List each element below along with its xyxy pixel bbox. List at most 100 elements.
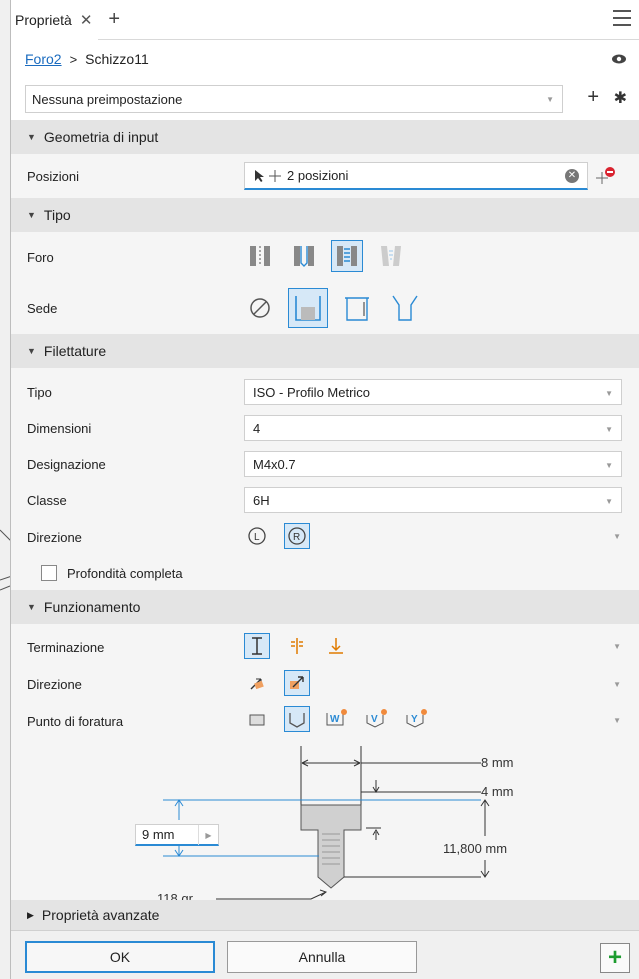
right-hand-thread-icon[interactable]: R [283, 523, 310, 549]
termination-options [244, 633, 359, 659]
chevron-down-icon[interactable]: ▼ [613, 680, 621, 689]
preset-row: Nessuna preimpostazione ▼ + ✱ [11, 78, 639, 120]
direction-flip-icon[interactable] [283, 670, 310, 696]
chevron-down-icon[interactable]: ▼ [613, 642, 621, 651]
add-preset-icon[interactable]: + [587, 86, 599, 109]
chevron-right-icon[interactable]: ▶ [198, 825, 218, 845]
direction-default-icon[interactable] [244, 670, 270, 696]
left-hand-thread-icon[interactable]: L [244, 523, 270, 549]
no-seat-icon[interactable] [244, 292, 276, 324]
collapse-triangle-icon: ▼ [27, 346, 36, 356]
thread-size-label: Dimensioni [27, 420, 92, 436]
section-title: Filettature [43, 343, 107, 359]
add-tab-icon[interactable]: + [108, 8, 120, 31]
clearance-hole-icon[interactable] [288, 240, 320, 272]
countersink-icon[interactable] [387, 290, 423, 326]
flat-point-icon[interactable] [244, 706, 270, 732]
hole-type-row: Foro [11, 232, 639, 282]
thread-type-row: Tipo ISO - Profilo Metrico ▼ [11, 374, 639, 410]
section-advanced-properties[interactable]: ▶ Proprietà avanzate [11, 900, 639, 930]
thread-direction-row: Direzione L R ▼ [11, 518, 639, 556]
behavior-direction-row: Direzione ▼ [11, 666, 639, 702]
svg-text:V: V [371, 714, 378, 725]
thread-size-dropdown[interactable]: 4 ▼ [244, 415, 622, 441]
breadcrumb: Foro2 > Schizzo11 [11, 40, 639, 78]
breadcrumb-feature-link[interactable]: Foro2 [25, 51, 62, 67]
collapse-triangle-icon: ▼ [27, 132, 36, 142]
termination-label: Terminazione [27, 639, 105, 655]
properties-panel: Proprietà ✕ + Foro2 > Schizzo11 Nessuna … [10, 0, 639, 979]
angled-point-icon[interactable] [283, 706, 310, 732]
positions-row: Posizioni 2 posizioni ✕ [11, 154, 639, 198]
termination-row: Terminazione ▼ [11, 628, 639, 666]
positions-selector[interactable]: 2 posizioni ✕ [244, 162, 588, 190]
svg-text:W: W [330, 714, 340, 725]
section-input-geometry[interactable]: ▼ Geometria di input [11, 120, 639, 154]
section-threads[interactable]: ▼ Filettature [11, 334, 639, 368]
section-title: Proprietà avanzate [41, 907, 160, 923]
full-depth-checkbox[interactable] [41, 565, 57, 581]
thread-direction-label: Direzione [27, 529, 82, 545]
through-all-icon[interactable] [284, 633, 310, 659]
chevron-down-icon[interactable]: ▼ [613, 716, 621, 725]
hole-label: Foro [27, 249, 54, 265]
hole-type-options [244, 240, 415, 272]
taper-tapped-hole-icon[interactable] [375, 240, 407, 272]
thread-class-row: Classe 6H ▼ [11, 482, 639, 518]
full-depth-label: Profondità completa [67, 565, 183, 581]
distance-termination-icon[interactable] [244, 633, 270, 659]
thread-type-dropdown[interactable]: ISO - Profilo Metrico ▼ [244, 379, 622, 405]
seat-type-row: Sede [11, 282, 639, 334]
drill-point-v-icon[interactable]: V [363, 706, 389, 732]
diameter-label: 8 mm [481, 755, 514, 770]
thread-size-row: Dimensioni 4 ▼ [11, 410, 639, 446]
drill-point-label: Punto di foratura [27, 713, 124, 729]
thread-class-label: Classe [27, 492, 67, 508]
head-depth-label: 4 mm [481, 784, 514, 799]
total-depth-label: 11,800 mm [443, 841, 507, 856]
section-behavior[interactable]: ▼ Funzionamento [11, 590, 639, 624]
thread-designation-dropdown[interactable]: M4x0.7 ▼ [244, 451, 622, 477]
drill-point-options: W V Y [244, 706, 439, 732]
seat-label: Sede [27, 300, 58, 316]
eye-icon[interactable] [611, 53, 627, 65]
thread-class-dropdown[interactable]: 6H ▼ [244, 487, 622, 513]
tapped-hole-icon[interactable] [331, 240, 364, 272]
breadcrumb-sketch[interactable]: Schizzo11 [85, 51, 149, 67]
menu-icon[interactable] [613, 10, 631, 26]
breadcrumb-separator: > [69, 51, 78, 67]
apply-plus-button[interactable]: + [600, 943, 630, 973]
chevron-down-icon: ▼ [605, 425, 613, 434]
chevron-down-icon: ▼ [546, 95, 554, 104]
thread-designation-value: M4x0.7 [253, 456, 296, 472]
drill-point-w-icon[interactable]: W [323, 706, 349, 732]
svg-text:Y: Y [411, 714, 418, 725]
behavior-direction-options [244, 670, 320, 696]
section-title: Tipo [43, 207, 71, 223]
tab-properties[interactable]: Proprietà ✕ [11, 0, 99, 40]
section-type[interactable]: ▼ Tipo [11, 198, 639, 232]
to-face-icon[interactable] [323, 633, 349, 659]
gear-icon[interactable]: ✱ [614, 88, 627, 108]
drill-point-y-icon[interactable]: Y [403, 706, 429, 732]
remove-point-icon[interactable] [595, 166, 617, 186]
positions-value: 2 posizioni [287, 168, 349, 183]
simple-hole-icon[interactable] [244, 240, 276, 272]
thread-direction-options: L R [244, 523, 320, 549]
chevron-down-icon[interactable]: ▼ [613, 532, 621, 541]
spotface-icon[interactable] [339, 290, 375, 326]
cancel-button[interactable]: Annulla [227, 941, 417, 973]
ok-button[interactable]: OK [25, 941, 215, 973]
select-arrow-icon [255, 169, 281, 182]
counterbore-icon[interactable] [287, 288, 328, 328]
depth-input[interactable]: 9 mm ▶ [135, 824, 219, 846]
clear-icon[interactable]: ✕ [565, 169, 579, 183]
preset-dropdown[interactable]: Nessuna preimpostazione ▼ [25, 85, 563, 113]
positions-label: Posizioni [27, 168, 80, 184]
full-depth-checkbox-row[interactable]: Profondità completa [11, 556, 639, 590]
chevron-down-icon: ▼ [605, 461, 613, 470]
dialog-footer: OK Annulla + [11, 930, 639, 979]
seat-type-options [244, 288, 431, 328]
close-icon[interactable]: ✕ [80, 11, 93, 29]
thread-class-value: 6H [253, 492, 270, 508]
